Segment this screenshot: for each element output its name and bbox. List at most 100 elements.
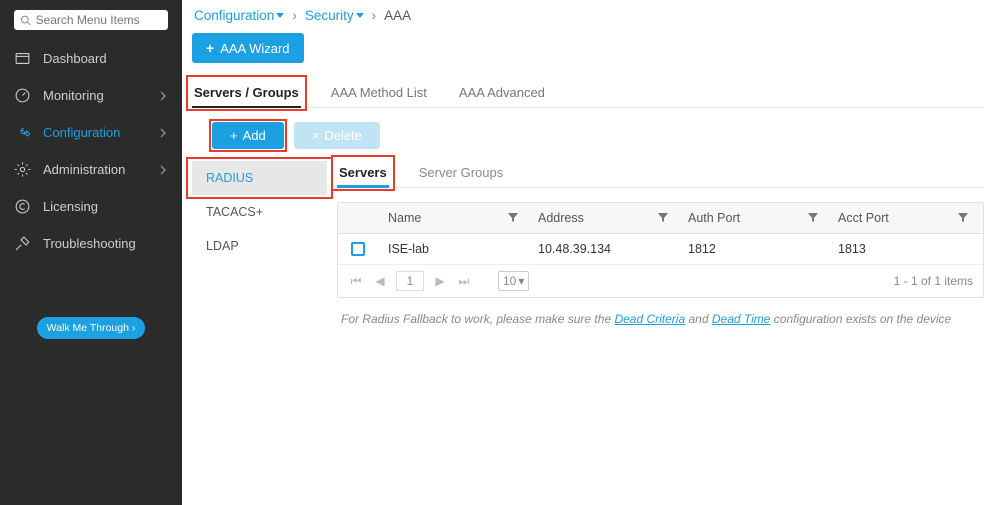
sidebar: Dashboard Monitoring Configuration Admin… bbox=[0, 0, 182, 505]
tab-aaa-method-list[interactable]: AAA Method List bbox=[329, 79, 429, 107]
plus-icon: + bbox=[206, 40, 214, 56]
toolbar: + Add × Delete bbox=[212, 122, 984, 149]
server-table-panel: Name Address Auth Port Acct Port ISE-lab… bbox=[337, 202, 984, 298]
search-field[interactable] bbox=[36, 13, 162, 27]
search-input[interactable] bbox=[14, 10, 168, 30]
th-checkbox bbox=[338, 203, 378, 233]
pager-summary: 1 - 1 of 1 items bbox=[894, 274, 973, 288]
primary-tabs: Servers / Groups AAA Method List AAA Adv… bbox=[192, 79, 984, 108]
th-address[interactable]: Address bbox=[528, 203, 678, 233]
tools-icon bbox=[14, 235, 31, 252]
lower-panel: RADIUS TACACS+ LDAP Servers Server Group… bbox=[192, 159, 984, 326]
breadcrumb-separator: › bbox=[292, 8, 297, 23]
sidebar-item-label: Licensing bbox=[43, 199, 168, 214]
th-name[interactable]: Name bbox=[378, 203, 528, 233]
breadcrumb-label: Configuration bbox=[194, 8, 274, 23]
caret-down-icon: ▾ bbox=[518, 274, 524, 288]
sidebar-item-administration[interactable]: Administration bbox=[0, 151, 182, 188]
th-label: Auth Port bbox=[688, 211, 740, 225]
footnote-text: configuration exists on the device bbox=[770, 312, 951, 326]
sidebar-item-dashboard[interactable]: Dashboard bbox=[0, 40, 182, 77]
main-content: Configuration › Security › AAA + AAA Wiz… bbox=[182, 0, 999, 505]
cell-address: 10.48.39.134 bbox=[528, 234, 678, 264]
th-label: Name bbox=[388, 211, 421, 225]
gear-icon bbox=[14, 161, 31, 178]
caret-down-icon bbox=[356, 13, 364, 18]
filter-icon[interactable] bbox=[958, 213, 968, 223]
th-acct-port[interactable]: Acct Port bbox=[828, 203, 978, 233]
tab-aaa-advanced[interactable]: AAA Advanced bbox=[457, 79, 547, 107]
wizard-label: AAA Wizard bbox=[220, 41, 289, 56]
right-pane: Servers Server Groups Name Address Auth … bbox=[327, 159, 984, 326]
footnote-text: For Radius Fallback to work, please make… bbox=[341, 312, 614, 326]
page-size-value: 10 bbox=[503, 274, 516, 288]
breadcrumb-configuration[interactable]: Configuration bbox=[194, 8, 284, 23]
delete-label: Delete bbox=[324, 128, 362, 143]
sidebar-item-monitoring[interactable]: Monitoring bbox=[0, 77, 182, 114]
dead-time-link[interactable]: Dead Time bbox=[712, 312, 771, 326]
filter-icon[interactable] bbox=[808, 213, 818, 223]
search-icon bbox=[20, 14, 32, 27]
breadcrumb-separator: › bbox=[372, 8, 377, 23]
cell-acct-port: 1813 bbox=[828, 234, 978, 264]
filter-icon[interactable] bbox=[508, 213, 518, 223]
filter-icon[interactable] bbox=[658, 213, 668, 223]
dead-criteria-link[interactable]: Dead Criteria bbox=[614, 312, 685, 326]
th-label: Address bbox=[538, 211, 584, 225]
search-wrap bbox=[0, 6, 182, 40]
subtabs: Servers Server Groups bbox=[337, 159, 984, 188]
sidebar-item-configuration[interactable]: Configuration bbox=[0, 114, 182, 151]
sidebar-item-troubleshooting[interactable]: Troubleshooting bbox=[0, 225, 182, 262]
chevron-right-icon bbox=[158, 91, 168, 101]
breadcrumb-security[interactable]: Security bbox=[305, 8, 364, 23]
server-type-ldap[interactable]: LDAP bbox=[192, 229, 327, 263]
pager-next[interactable]: ▶ bbox=[432, 274, 448, 288]
cell-auth-port: 1812 bbox=[678, 234, 828, 264]
dashboard-icon bbox=[14, 50, 31, 67]
add-highlight: + Add bbox=[212, 122, 284, 149]
server-type-nav: RADIUS TACACS+ LDAP bbox=[192, 159, 327, 326]
pager: ⏮ ◀ 1 ▶ ⏭ 10 ▾ 1 - 1 of 1 items bbox=[338, 265, 983, 297]
sidebar-item-label: Monitoring bbox=[43, 88, 158, 103]
sidebar-item-label: Configuration bbox=[43, 125, 158, 140]
breadcrumb-current: AAA bbox=[384, 8, 411, 23]
caret-down-icon bbox=[276, 13, 284, 18]
aaa-wizard-button[interactable]: + AAA Wizard bbox=[192, 33, 304, 63]
table-header: Name Address Auth Port Acct Port bbox=[338, 203, 983, 234]
footnote-text: and bbox=[685, 312, 712, 326]
gauge-icon bbox=[14, 87, 31, 104]
breadcrumb: Configuration › Security › AAA bbox=[192, 4, 984, 33]
sidebar-item-label: Administration bbox=[43, 162, 158, 177]
add-label: Add bbox=[243, 128, 266, 143]
tab-servers-groups[interactable]: Servers / Groups bbox=[192, 79, 301, 107]
chevron-right-icon bbox=[158, 165, 168, 175]
copyright-icon bbox=[14, 198, 31, 215]
th-label: Acct Port bbox=[838, 211, 889, 225]
sidebar-item-label: Troubleshooting bbox=[43, 236, 168, 251]
sidebar-item-label: Dashboard bbox=[43, 51, 168, 66]
footnote: For Radius Fallback to work, please make… bbox=[341, 312, 980, 326]
plus-icon: + bbox=[230, 128, 238, 143]
walk-me-through-button[interactable]: Walk Me Through › bbox=[37, 317, 146, 339]
row-checkbox[interactable] bbox=[351, 242, 365, 256]
pager-last[interactable]: ⏭ bbox=[456, 274, 472, 289]
add-button[interactable]: + Add bbox=[212, 122, 284, 149]
pager-first[interactable]: ⏮ bbox=[348, 274, 364, 289]
chevron-right-icon bbox=[158, 128, 168, 138]
delete-button[interactable]: × Delete bbox=[294, 122, 380, 149]
pager-prev[interactable]: ◀ bbox=[372, 274, 388, 288]
table-row[interactable]: ISE-lab 10.48.39.134 1812 1813 bbox=[338, 234, 983, 265]
breadcrumb-label: Security bbox=[305, 8, 354, 23]
subtab-servers[interactable]: Servers bbox=[337, 159, 389, 187]
wrench-icon bbox=[14, 124, 31, 141]
cell-name: ISE-lab bbox=[378, 234, 528, 264]
server-type-tacacs[interactable]: TACACS+ bbox=[192, 195, 327, 229]
x-icon: × bbox=[312, 128, 320, 143]
pager-current[interactable]: 1 bbox=[396, 271, 424, 291]
page-size-select[interactable]: 10 ▾ bbox=[498, 271, 529, 291]
content-body: + Add × Delete RADIUS TACACS+ LDAP bbox=[192, 108, 984, 326]
server-type-radius[interactable]: RADIUS bbox=[192, 161, 327, 195]
sidebar-item-licensing[interactable]: Licensing bbox=[0, 188, 182, 225]
subtab-server-groups[interactable]: Server Groups bbox=[417, 159, 506, 187]
th-auth-port[interactable]: Auth Port bbox=[678, 203, 828, 233]
